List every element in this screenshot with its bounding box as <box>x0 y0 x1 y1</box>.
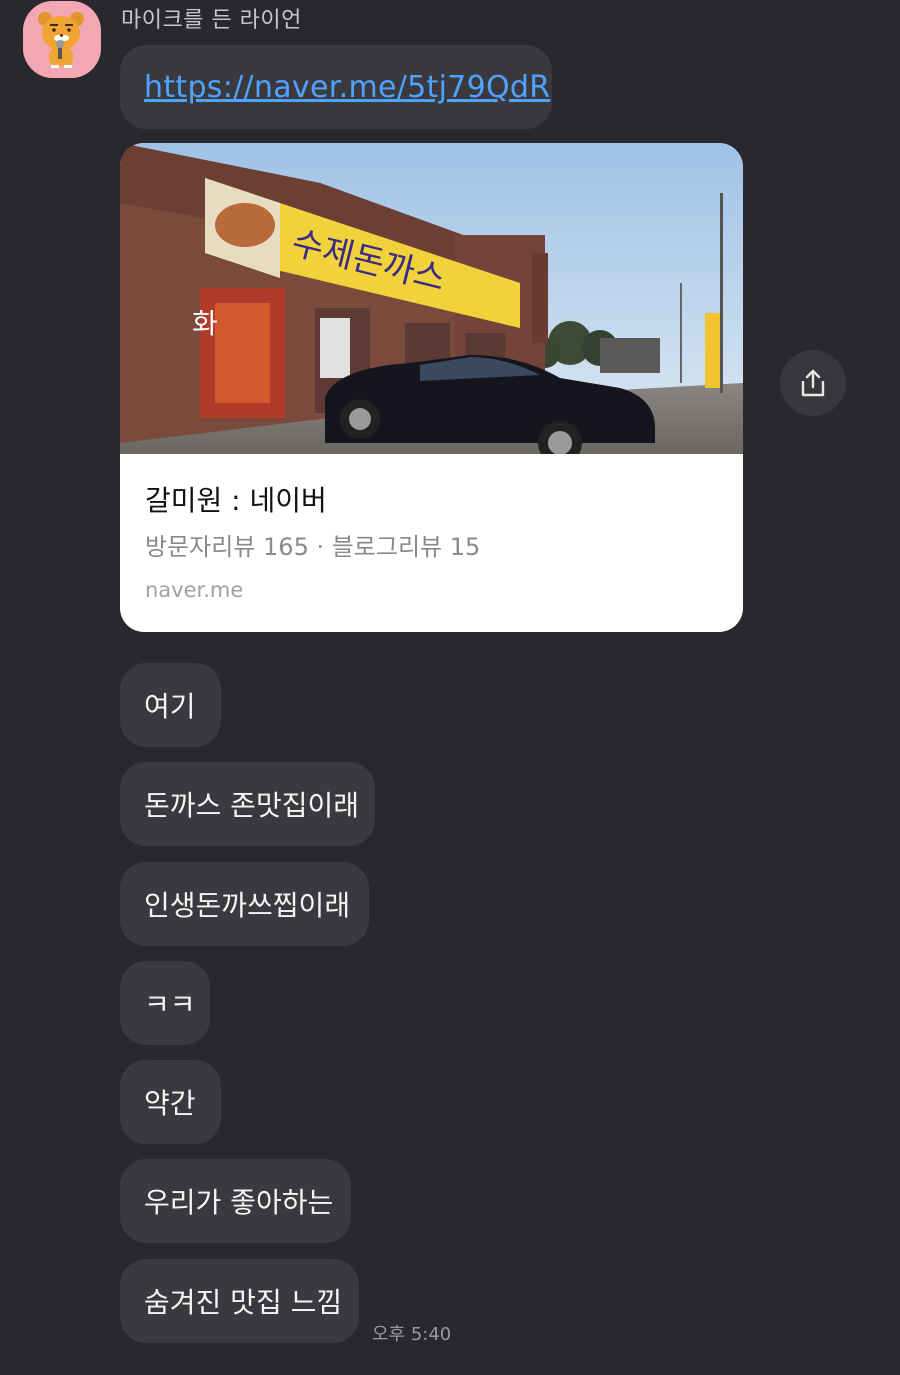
message-text: 여기 <box>144 690 196 723</box>
link-preview-card[interactable]: 수제돈까스 화 갈미원 : 네이버 방문자리뷰 165 · 블로그리뷰 15 n… <box>120 143 743 632</box>
message-text: 돈까스 존맛집이래 <box>144 789 359 822</box>
message-text: 인생돈까쓰찝이래 <box>144 889 351 922</box>
preview-domain: naver.me <box>145 578 244 602</box>
message-bubble: 약간 <box>120 1060 221 1144</box>
svg-text:화: 화 <box>192 307 218 340</box>
message-bubble: ㅋㅋ <box>120 961 210 1045</box>
share-button[interactable] <box>780 350 846 416</box>
message-text: ㅋㅋ <box>144 988 196 1021</box>
avatar[interactable] <box>23 1 101 78</box>
preview-image: 수제돈까스 화 <box>120 143 743 454</box>
message-link[interactable]: https://naver.me/5tj79QdR <box>144 70 550 105</box>
message-bubble: 돈까스 존맛집이래 <box>120 762 375 846</box>
preview-title: 갈미원 : 네이버 <box>145 484 327 517</box>
message-text: 우리가 좋아하는 <box>144 1186 334 1219</box>
link-message-bubble: https://naver.me/5tj79QdR <box>120 45 552 129</box>
message-bubble: 숨겨진 맛집 느낌 <box>120 1259 359 1343</box>
share-icon <box>801 369 825 397</box>
message-bubble: 여기 <box>120 663 221 747</box>
sender-name: 마이크를 든 라이언 <box>121 8 302 33</box>
message-bubble: 우리가 좋아하는 <box>120 1159 351 1243</box>
message-timestamp: 오후 5:40 <box>372 1324 452 1345</box>
message-bubble: 인생돈까쓰찝이래 <box>120 862 369 946</box>
message-text: 약간 <box>144 1087 196 1120</box>
message-text: 숨겨진 맛집 느낌 <box>144 1286 343 1319</box>
preview-description: 방문자리뷰 165 · 블로그리뷰 15 <box>145 533 481 561</box>
ryan-avatar-icon <box>23 1 101 78</box>
